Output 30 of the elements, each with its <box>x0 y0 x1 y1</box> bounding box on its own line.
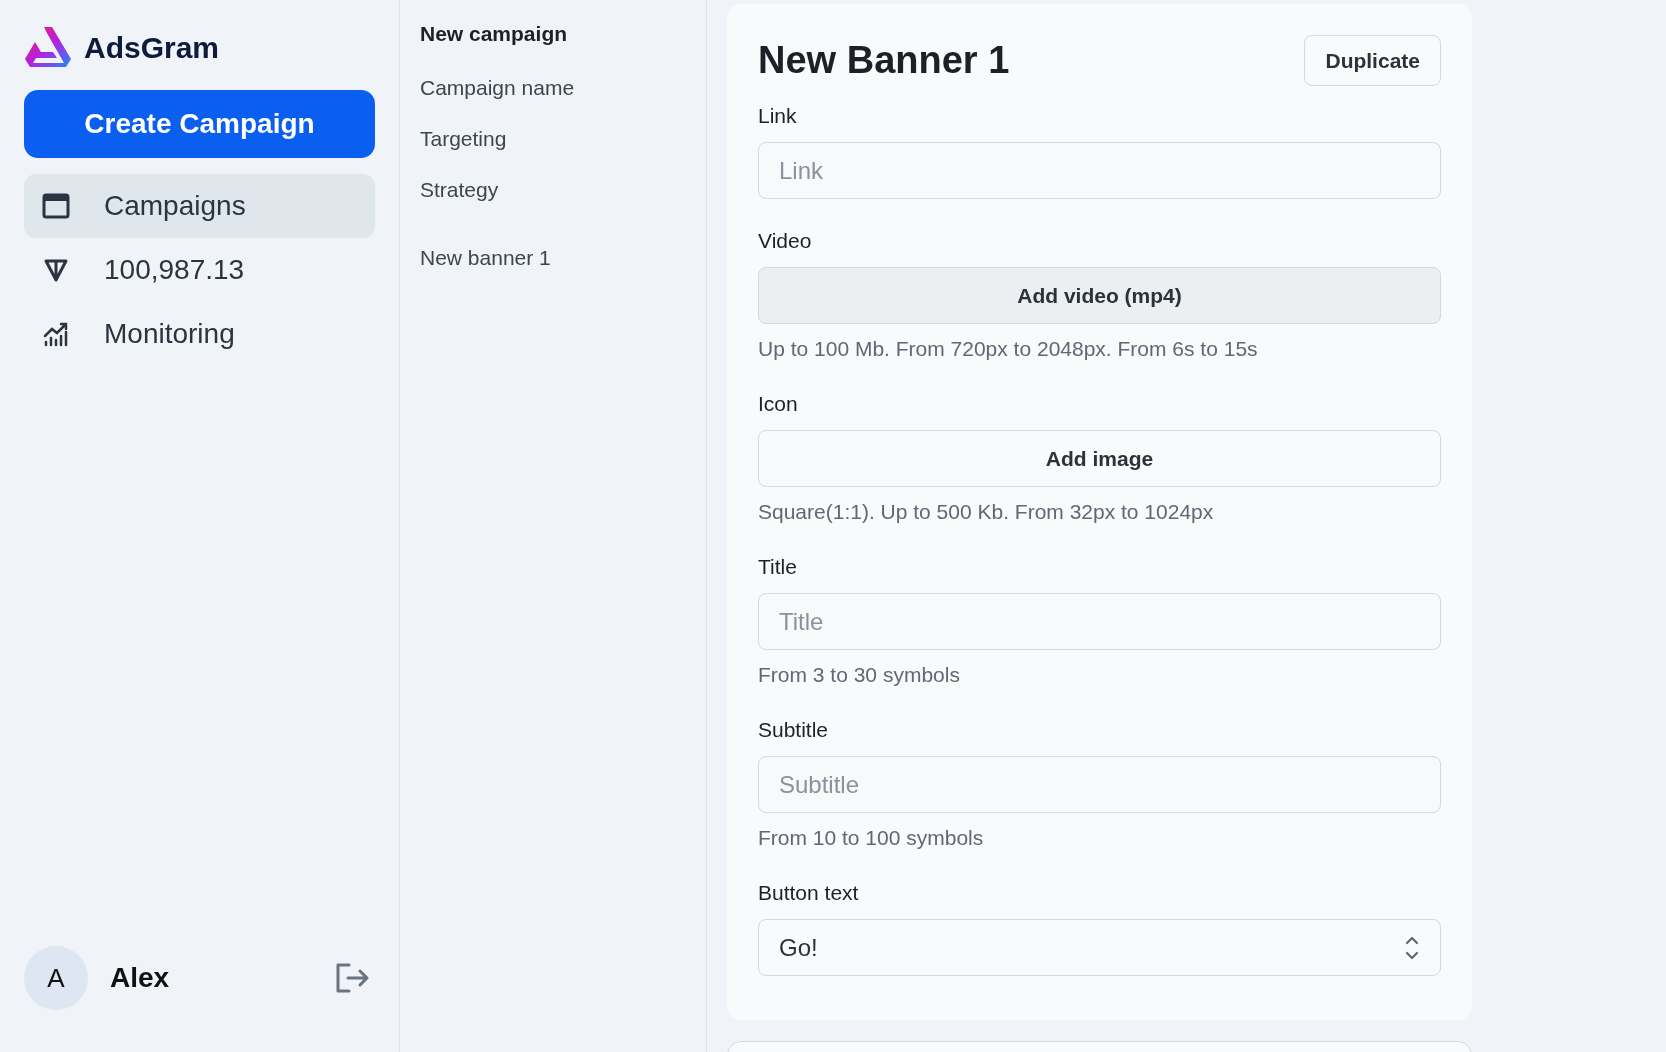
field-hint: Up to 100 Mb. From 720px to 2048px. From 6s to 15s <box>758 336 1259 362</box>
outline-link[interactable]: New banner 1 <box>420 245 706 271</box>
upload-button[interactable]: Add image <box>758 430 1441 487</box>
field-hint: From 10 to 100 symbols <box>758 825 985 851</box>
duplicate-button[interactable]: Duplicate <box>1304 35 1441 86</box>
outline-link[interactable]: Campaign name <box>420 75 706 101</box>
field-label: Button text <box>758 880 860 906</box>
field-label: Link <box>758 103 798 129</box>
nav-item[interactable]: Campaigns <box>24 174 375 238</box>
text-field[interactable]: Link <box>758 142 1441 199</box>
field-hint: Square(1:1). Up to 500 Kb. From 32px to 1024px <box>758 499 1215 525</box>
field-hint: From 3 to 30 symbols <box>758 662 961 688</box>
text-field[interactable]: Subtitle <box>758 756 1441 813</box>
field-label: Icon <box>758 391 799 417</box>
field-label: Video <box>758 228 813 254</box>
outline-heading: New campaign <box>420 21 569 47</box>
brand-name: AdsGram <box>84 29 220 66</box>
upload-button[interactable]: Add video (mp4) <box>758 267 1441 324</box>
outline-link[interactable]: Targeting <box>420 126 706 152</box>
create-campaign-button[interactable]: Create Campaign <box>24 90 375 158</box>
field-label: Title <box>758 554 798 580</box>
outline-link[interactable]: Strategy <box>420 177 706 203</box>
nav-item[interactable]: 100,987.13 <box>24 238 375 302</box>
field-label: Subtitle <box>758 717 830 743</box>
user-name: Alex <box>110 961 170 995</box>
nav-item[interactable]: Monitoring <box>24 302 375 366</box>
select-field[interactable]: Go! <box>758 919 1441 976</box>
text-field[interactable]: Title <box>758 593 1441 650</box>
avatar: A <box>24 946 88 1010</box>
banner-title: New Banner 1 <box>758 38 1010 83</box>
